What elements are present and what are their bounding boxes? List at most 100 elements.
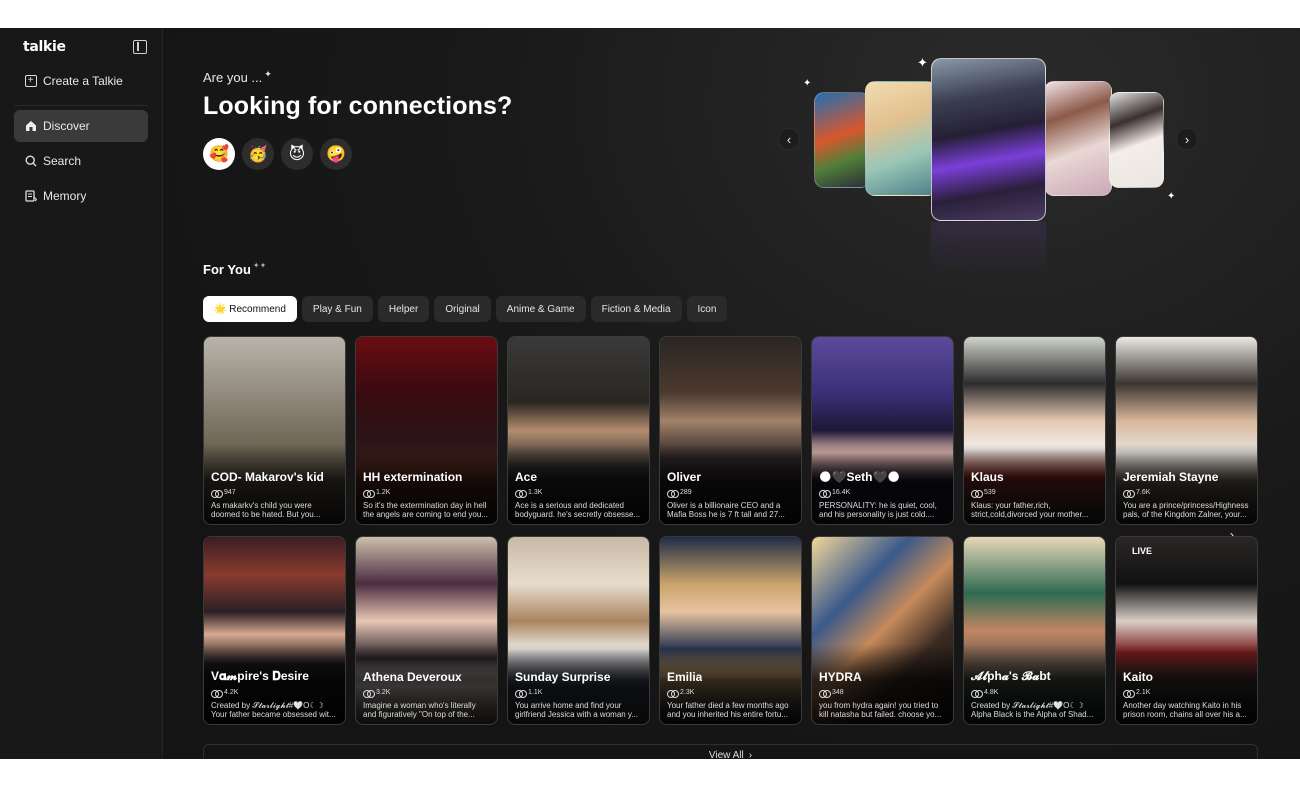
main-content: Are you ... ✦ Looking for connections? 🥰 … xyxy=(163,28,1300,759)
character-card[interactable]: Emilia 2.3K Your father died a few month… xyxy=(659,536,802,725)
chat-count-icon xyxy=(819,689,831,698)
character-name: HH extermination xyxy=(363,470,463,484)
sidebar-item-label: Discover xyxy=(43,119,90,133)
character-card[interactable]: Jeremiah Stayne 7.6K You are a prince/pr… xyxy=(1115,336,1258,525)
character-card[interactable]: Sunday Surprise 1.1K You arrive home and… xyxy=(507,536,650,725)
tab-anime-game[interactable]: Anime & Game xyxy=(495,296,586,322)
carousel-prev-button[interactable]: ‹ xyxy=(778,128,800,150)
chat-count: 1.1K xyxy=(515,689,543,698)
tab-icon[interactable]: Icon xyxy=(686,296,728,322)
chat-count: 1.2K xyxy=(363,489,390,498)
character-name: Kaito xyxy=(1123,670,1153,684)
chat-count-value: 4.8K xyxy=(984,689,999,696)
for-you-title-text: For You xyxy=(203,262,251,277)
character-name: Sunday Surprise xyxy=(515,670,611,684)
mood-emoji-button[interactable]: 🥰 xyxy=(203,138,235,170)
chat-count: 289 xyxy=(667,489,692,498)
character-description: You arrive home and find your girlfriend… xyxy=(515,701,639,719)
featured-character-card[interactable] xyxy=(865,81,937,196)
sidebar-item-label: Search xyxy=(43,154,82,168)
hero-eyebrow: Are you ... ✦ xyxy=(203,69,272,85)
chat-count-value: 2.3K xyxy=(680,689,695,696)
character-card[interactable]: HYDRA 348 you from hydra again! you trie… xyxy=(811,536,954,725)
talkie-logo[interactable]: talkie xyxy=(23,39,66,55)
character-card[interactable]: 𝓐𝓵ph𝓪's 𝓑𝓪bt 4.8K Created by 𝓢𝓽𝓪𝓻𝓵𝓲𝓰𝓱𝓽#🤍… xyxy=(963,536,1106,725)
character-description: Created by 𝓢𝓽𝓪𝓻𝓵𝓲𝓰𝓱𝓽#🤍O☾☽ Your father be… xyxy=(211,701,336,719)
category-tabs: 🌟 Recommend Play & Fun Helper Original A… xyxy=(203,296,728,322)
character-card[interactable]: Klaus 539 Klaus: your father,rich, stric… xyxy=(963,336,1106,525)
chat-count-icon xyxy=(363,689,375,698)
mood-emoji-button[interactable]: 😈 xyxy=(281,138,313,170)
character-card[interactable]: Athena Deveroux 3.2K Imagine a woman who… xyxy=(355,536,498,725)
character-name: HYDRA xyxy=(819,670,862,684)
tab-fiction-media[interactable]: Fiction & Media xyxy=(590,296,682,322)
carousel-next-button[interactable]: › xyxy=(1176,128,1198,150)
chat-count: 7.6K xyxy=(1123,489,1151,498)
featured-character-card[interactable] xyxy=(1109,92,1164,188)
chat-count-icon xyxy=(515,489,527,498)
featured-character-card-center[interactable] xyxy=(931,58,1046,221)
plus-icon: + xyxy=(24,75,37,88)
featured-character-card[interactable] xyxy=(814,92,870,188)
character-card[interactable]: 🌑🖤Seth🖤🌑 16.4K PERSONALITY: he is quiet,… xyxy=(811,336,954,525)
for-you-title: For You ✦✦ xyxy=(203,261,267,277)
tab-helper[interactable]: Helper xyxy=(377,296,430,322)
chevron-right-icon: › xyxy=(748,750,753,759)
character-card[interactable]: LIVE Kaito 2.1K Another day watching Kai… xyxy=(1115,536,1258,725)
chat-count-icon xyxy=(971,689,983,698)
character-card[interactable]: Ace 1.3K Ace is a serious and dedicated … xyxy=(507,336,650,525)
chat-count-value: 7.6K xyxy=(1136,489,1151,496)
live-badge: LIVE xyxy=(1132,546,1153,556)
character-description: Imagine a woman who's literally and figu… xyxy=(363,701,476,719)
chat-count-icon xyxy=(667,489,679,498)
character-description: You are a prince/princess/Highness pals,… xyxy=(1123,501,1249,519)
character-card[interactable]: HH extermination 1.2K So it's the exterm… xyxy=(355,336,498,525)
mood-emoji-button[interactable]: 🥳 xyxy=(242,138,274,170)
create-talkie-label: Create a Talkie xyxy=(43,74,123,88)
character-name: COD- Makarov's kid xyxy=(211,470,324,484)
chat-count-value: 2.1K xyxy=(1136,689,1151,696)
featured-character-card[interactable] xyxy=(1044,81,1112,196)
tab-recommend[interactable]: 🌟 Recommend xyxy=(203,296,297,322)
chat-count-icon xyxy=(1123,689,1135,698)
character-name: 𝓐𝓵ph𝓪's 𝓑𝓪bt xyxy=(971,669,1051,683)
character-description: Ace is a serious and dedicated bodyguard… xyxy=(515,501,641,519)
character-name: Emilia xyxy=(667,670,703,684)
sparkle-icon: ✦ xyxy=(917,55,928,70)
character-name: V𝛂𝓶pire's 𝐃esire xyxy=(211,669,309,683)
chat-count-value: 348 xyxy=(832,689,844,696)
chat-count-icon xyxy=(1123,489,1135,498)
character-name: Klaus xyxy=(971,470,1004,484)
sidebar-item-search[interactable]: Search xyxy=(14,145,148,177)
memory-icon xyxy=(24,190,37,203)
sidebar-item-discover[interactable]: Discover xyxy=(14,110,148,142)
character-card[interactable]: V𝛂𝓶pire's 𝐃esire 4.2K Created by 𝓢𝓽𝓪𝓻𝓵𝓲𝓰… xyxy=(203,536,346,725)
chat-count-value: 16.4K xyxy=(832,489,851,496)
tab-original[interactable]: Original xyxy=(434,296,491,322)
character-description: As makarkv's child you were doomed to be… xyxy=(211,501,321,519)
sidebar-divider xyxy=(14,105,148,106)
tab-play-fun[interactable]: Play & Fun xyxy=(301,296,373,322)
character-description: Oliver is a billionaire CEO and a Mafia … xyxy=(667,501,785,519)
chat-count: 2.1K xyxy=(1123,689,1151,698)
sparkle-icon: ✦✦ xyxy=(252,261,267,270)
character-card[interactable]: COD- Makarov's kid 947 As makarkv's chil… xyxy=(203,336,346,525)
chat-count-value: 1.3K xyxy=(528,489,543,496)
hero-eyebrow-text: Are you ... xyxy=(203,70,263,85)
sidebar-item-label: Memory xyxy=(43,189,87,203)
sidebar-item-memory[interactable]: Memory xyxy=(14,180,148,212)
card-reflection xyxy=(931,222,1046,272)
collapse-sidebar-icon[interactable] xyxy=(133,40,147,54)
character-name: Ace xyxy=(515,470,538,484)
mood-emoji-button[interactable]: 🤪 xyxy=(320,138,352,170)
view-all-button[interactable]: View All › xyxy=(203,744,1258,759)
character-description: Another day watching Kaito in his prison… xyxy=(1123,701,1247,719)
chat-count-value: 539 xyxy=(984,489,996,496)
chat-count-value: 1.1K xyxy=(528,689,543,696)
app-window: talkie + Create a Talkie Discover Search… xyxy=(0,28,1300,759)
character-card[interactable]: Oliver 289 Oliver is a billionaire CEO a… xyxy=(659,336,802,525)
character-description: PERSONALITY: he is quiet, cool, and his … xyxy=(819,501,937,519)
character-name: Oliver xyxy=(667,470,702,484)
character-description: you from hydra again! you tried to kill … xyxy=(819,701,942,719)
create-talkie-button[interactable]: + Create a Talkie xyxy=(14,65,148,97)
